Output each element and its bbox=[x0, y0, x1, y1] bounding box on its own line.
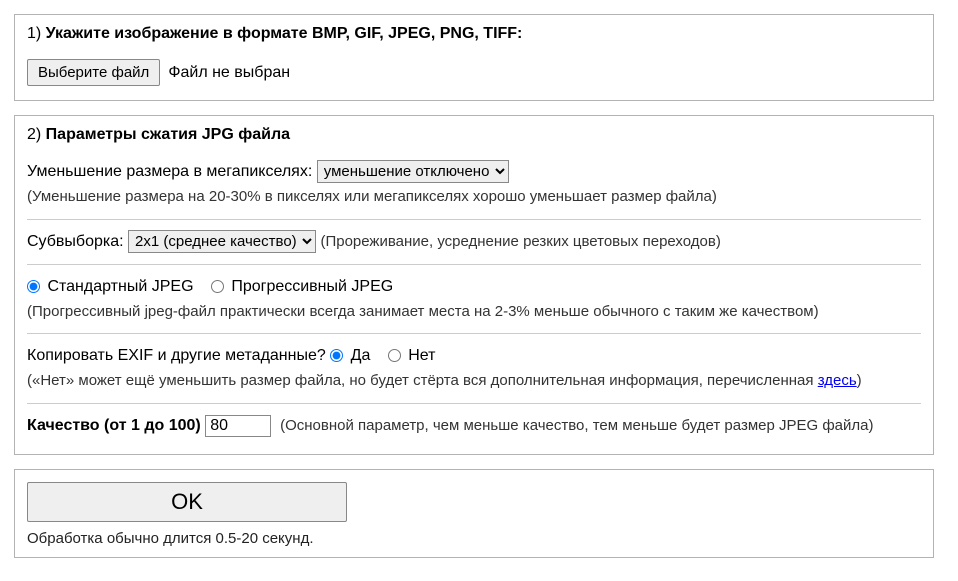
divider bbox=[27, 219, 921, 220]
processing-hint: Обработка обычно длится 0.5-20 секунд. bbox=[27, 530, 921, 547]
subsample-row: Субвыборка: 2x1 (среднее качество) (Прор… bbox=[27, 230, 921, 254]
exif-hint-post: ) bbox=[857, 372, 862, 389]
jpeg-standard-radio[interactable] bbox=[27, 280, 40, 293]
exif-no-text: Нет bbox=[408, 347, 435, 364]
quality-row: Качество (от 1 до 100) (Основной парамет… bbox=[27, 414, 921, 438]
exif-no-label[interactable]: Нет bbox=[388, 347, 436, 364]
section1-num: 1) bbox=[27, 25, 46, 42]
quality-hint: (Основной параметр, чем меньше качество,… bbox=[280, 417, 873, 434]
exif-yes-text: Да bbox=[351, 347, 371, 364]
section2-header: 2) Параметры сжатия JPG файла bbox=[27, 126, 921, 144]
section1-title: Укажите изображение в формате BMP, GIF, … bbox=[46, 25, 523, 42]
subsample-select[interactable]: 2x1 (среднее качество) bbox=[128, 230, 316, 253]
exif-hint-link[interactable]: здесь bbox=[818, 372, 857, 389]
quality-input[interactable] bbox=[205, 415, 271, 437]
file-row: Выберите файл Файл не выбран bbox=[27, 59, 921, 86]
exif-hint-pre: («Нет» может ещё уменьшить размер файла,… bbox=[27, 372, 818, 389]
choose-file-button[interactable]: Выберите файл bbox=[27, 59, 160, 86]
submit-panel: OK Обработка обычно длится 0.5-20 секунд… bbox=[14, 469, 934, 558]
resize-hint: (Уменьшение размера на 20-30% в пикселях… bbox=[27, 186, 921, 209]
ok-button[interactable]: OK bbox=[27, 482, 347, 522]
quality-label: Качество (от 1 до 100) bbox=[27, 417, 205, 434]
exif-yes-radio[interactable] bbox=[330, 349, 343, 362]
subsample-hint: (Прореживание, усреднение резких цветовы… bbox=[320, 233, 720, 250]
exif-hint: («Нет» может ещё уменьшить размер файла,… bbox=[27, 370, 921, 393]
section1-header: 1) Укажите изображение в формате BMP, GI… bbox=[27, 25, 921, 43]
subsample-label: Субвыборка: bbox=[27, 233, 128, 250]
divider bbox=[27, 333, 921, 334]
jpeg-progressive-radio[interactable] bbox=[211, 280, 224, 293]
exif-row: Копировать EXIF и другие метаданные? Да … bbox=[27, 344, 921, 368]
exif-label: Копировать EXIF и другие метаданные? bbox=[27, 347, 330, 364]
jpeg-standard-text: Стандартный JPEG bbox=[47, 278, 193, 295]
divider bbox=[27, 403, 921, 404]
section2-num: 2) bbox=[27, 126, 46, 143]
jpeg-progressive-text: Прогрессивный JPEG bbox=[231, 278, 393, 295]
jpeg-standard-label[interactable]: Стандартный JPEG bbox=[27, 278, 198, 295]
compression-params-panel: 2) Параметры сжатия JPG файла Уменьшение… bbox=[14, 115, 934, 455]
resize-label: Уменьшение размера в мегапикселях: bbox=[27, 163, 317, 180]
section2-title: Параметры сжатия JPG файла bbox=[46, 126, 290, 143]
exif-no-radio[interactable] bbox=[388, 349, 401, 362]
resize-row: Уменьшение размера в мегапикселях: умень… bbox=[27, 160, 921, 184]
file-status-text: Файл не выбран bbox=[168, 64, 290, 82]
jpeg-progressive-label[interactable]: Прогрессивный JPEG bbox=[211, 278, 393, 295]
divider bbox=[27, 264, 921, 265]
jpeg-type-hint: (Прогрессивный jpeg-файл практически все… bbox=[27, 301, 921, 324]
jpeg-type-row: Стандартный JPEG Прогрессивный JPEG bbox=[27, 275, 921, 299]
exif-yes-label[interactable]: Да bbox=[330, 347, 375, 364]
resize-select[interactable]: уменьшение отключено bbox=[317, 160, 509, 183]
image-upload-panel: 1) Укажите изображение в формате BMP, GI… bbox=[14, 14, 934, 101]
